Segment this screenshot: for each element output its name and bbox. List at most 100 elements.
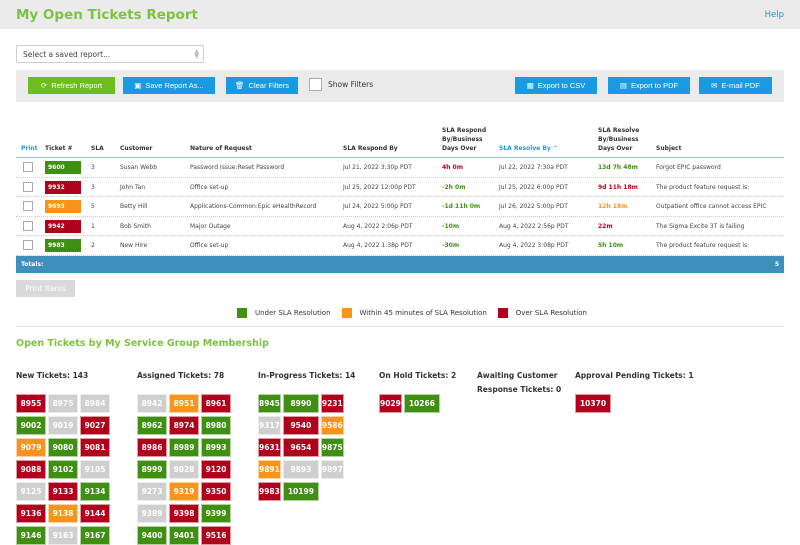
ticket-tile[interactable]: 9144 <box>80 504 110 523</box>
ticket-tile[interactable]: 8984 <box>80 394 110 413</box>
print-checkbox[interactable] <box>23 240 33 250</box>
refresh-report-button[interactable]: ⟳ Refresh Report <box>28 77 115 94</box>
ticket-tile[interactable]: 9631 <box>258 438 281 457</box>
print-checkbox[interactable] <box>23 220 33 231</box>
ticket-tile[interactable]: 8961 <box>201 394 231 413</box>
table-row[interactable]: 9600 3 Susan Webb Password Issue:Reset P… <box>16 158 784 178</box>
ticket-tile[interactable]: 9273 <box>137 482 167 501</box>
col-nature[interactable]: Nature of Request <box>190 144 252 153</box>
ticket-tile[interactable]: 9027 <box>80 416 110 435</box>
ticket-tile[interactable]: 9401 <box>169 526 199 545</box>
ticket-tile[interactable]: 8974 <box>169 416 199 435</box>
print-checkbox[interactable] <box>23 201 33 211</box>
ticket-tile[interactable]: 8990 <box>282 394 319 413</box>
ticket-tile[interactable]: 9516 <box>201 526 231 545</box>
ticket-tile[interactable]: 9586 <box>320 416 344 435</box>
ticket-tile[interactable]: 9136 <box>16 504 46 523</box>
ticket-tile[interactable]: 9897 <box>320 460 344 479</box>
col-ticket[interactable]: Ticket # <box>45 144 73 153</box>
sla-cell: 5 <box>91 203 95 210</box>
ticket-tile[interactable]: 8951 <box>169 394 199 413</box>
table-row[interactable]: 9693 5 Betty Hill Applications-Common:Ep… <box>16 197 784 217</box>
ticket-tile[interactable]: 9400 <box>137 526 167 545</box>
ticket-tile[interactable]: 10370 <box>575 394 611 413</box>
ticket-tile[interactable]: 9398 <box>169 504 199 523</box>
col-sla[interactable]: SLA <box>91 144 104 153</box>
print-checkbox[interactable] <box>23 181 33 192</box>
ticket-tile[interactable]: 8955 <box>16 394 46 413</box>
ticket-tile[interactable]: 9167 <box>80 526 110 545</box>
respond-over-cell: -30m <box>442 242 460 249</box>
col-respond-by[interactable]: SLA Respond By <box>343 144 398 153</box>
ticket-tile[interactable]: 9350 <box>201 482 231 501</box>
ticket-tile[interactable]: 8993 <box>201 438 231 457</box>
ticket-tile[interactable]: 9138 <box>48 504 78 523</box>
ticket-tile[interactable]: 9399 <box>201 504 231 523</box>
print-checkbox[interactable] <box>23 162 33 172</box>
col-resolve-over[interactable]: SLA Resolve By/Business Days Over <box>598 126 653 153</box>
ticket-tile[interactable]: 9002 <box>16 416 46 435</box>
ticket-tile[interactable]: 9893 <box>282 460 319 479</box>
ticket-tile[interactable]: 9319 <box>169 482 199 501</box>
ticket-tile[interactable]: 9125 <box>16 482 46 501</box>
ticket-tile[interactable]: 8975 <box>48 394 78 413</box>
ticket-tile[interactable]: 9875 <box>320 438 344 457</box>
respond-over-cell: -10m <box>442 222 460 230</box>
ticket-tile[interactable]: 9019 <box>48 416 78 435</box>
ticket-tile[interactable]: 9081 <box>80 438 110 457</box>
ticket-tile[interactable]: 9389 <box>137 504 167 523</box>
col-print[interactable]: Print <box>21 144 38 153</box>
col-subject[interactable]: Subject <box>656 144 681 153</box>
ticket-tile[interactable]: 9146 <box>16 526 46 545</box>
ticket-tile[interactable]: 8980 <box>201 416 231 435</box>
ticket-tile[interactable]: 9540 <box>282 416 319 435</box>
export-pdf-button[interactable]: ▤ Export to PDF <box>608 77 690 94</box>
ticket-badge[interactable]: 9942 <box>45 219 81 233</box>
ticket-badge[interactable]: 9932 <box>45 180 81 194</box>
help-link[interactable]: Help <box>765 10 784 20</box>
ticket-tile[interactable]: 9983 <box>258 482 281 501</box>
ticket-tile[interactable]: 9088 <box>16 460 46 479</box>
show-filters-checkbox[interactable] <box>309 78 322 91</box>
save-report-as-button[interactable]: ▣ Save Report As... <box>123 77 215 94</box>
ticket-tile[interactable]: 8999 <box>137 460 167 479</box>
export-csv-button[interactable]: ▦ Export to CSV <box>515 77 597 94</box>
ticket-tile[interactable]: 9102 <box>48 460 78 479</box>
ticket-tile[interactable]: 9133 <box>48 482 78 501</box>
ticket-tile[interactable]: 10199 <box>282 482 319 501</box>
print-items-button[interactable]: Print Items <box>16 280 75 297</box>
table-row[interactable]: 9932 3 John Tan Office set-up Jul 25, 20… <box>16 178 784 197</box>
ticket-tile[interactable]: 8962 <box>137 416 167 435</box>
ticket-tile[interactable]: 10266 <box>403 394 440 413</box>
envelope-icon: ✉ <box>711 81 718 90</box>
ticket-tile[interactable]: 9317 <box>258 416 281 435</box>
clear-filters-button[interactable]: 🗑 Clear Filters <box>226 77 298 94</box>
ticket-tile[interactable]: 9080 <box>48 438 78 457</box>
ticket-tile[interactable]: 9079 <box>16 438 46 457</box>
ticket-tile[interactable]: 9231 <box>320 394 344 413</box>
col-resolve-by[interactable]: SLA Resolve By ⌃ <box>499 144 558 153</box>
ticket-tile[interactable]: 9105 <box>80 460 110 479</box>
table-row[interactable]: 9942 1 Bob Smith Major Outage Aug 4, 202… <box>16 217 784 236</box>
ticket-tile[interactable]: 9891 <box>258 460 281 479</box>
ticket-tile[interactable]: 9163 <box>48 526 78 545</box>
group-title: In-Progress Tickets: 14 <box>258 371 356 380</box>
ticket-tile[interactable]: 8942 <box>137 394 167 413</box>
email-pdf-button[interactable]: ✉ E-mail PDF <box>699 77 772 94</box>
ticket-badge[interactable]: 9983 <box>45 239 81 252</box>
ticket-tile[interactable]: 8989 <box>169 438 199 457</box>
col-customer[interactable]: Customer <box>120 144 153 153</box>
ticket-tile[interactable]: 9134 <box>80 482 110 501</box>
ticket-tile[interactable]: 9028 <box>169 460 199 479</box>
ticket-tile[interactable]: 8945 <box>258 394 281 413</box>
ticket-badge[interactable]: 9693 <box>45 200 81 213</box>
col-respond-over[interactable]: SLA Respond By/Business Days Over <box>442 126 497 153</box>
ticket-tile[interactable]: 9029 <box>379 394 402 413</box>
ticket-tile[interactable]: 9654 <box>282 438 319 457</box>
table-row[interactable]: 9983 2 New Hire Office set-up Aug 4, 202… <box>16 236 784 256</box>
pdf-icon: ▤ <box>619 81 627 90</box>
saved-report-select[interactable]: Select a saved report... ▲ ▼ <box>16 45 204 63</box>
ticket-tile[interactable]: 8986 <box>137 438 167 457</box>
ticket-badge[interactable]: 9600 <box>45 161 81 174</box>
ticket-tile[interactable]: 9120 <box>201 460 231 479</box>
